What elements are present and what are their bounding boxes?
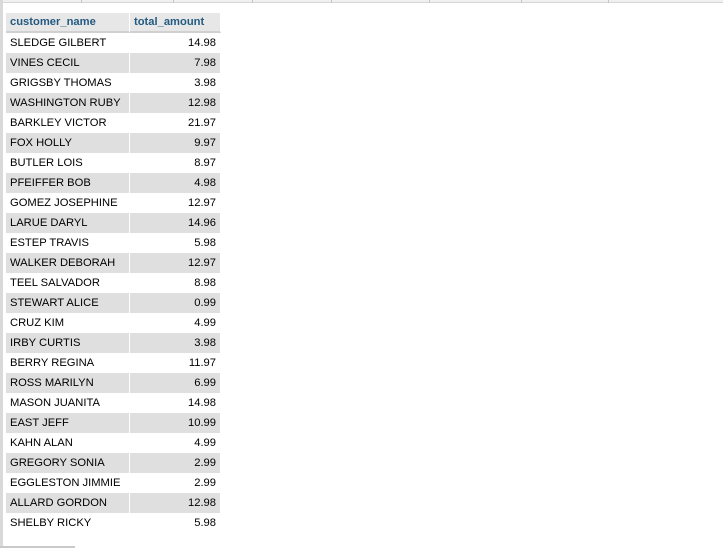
total-amount-cell: 3.98 bbox=[130, 333, 221, 353]
customer-name-cell: TEEL SALVADOR bbox=[6, 273, 130, 293]
total-amount-cell: 4.99 bbox=[130, 433, 221, 453]
total-amount-cell: 21.97 bbox=[130, 113, 221, 133]
total-amount-cell: 12.98 bbox=[130, 93, 221, 113]
total-amount-cell: 2.99 bbox=[130, 453, 221, 473]
total-amount-cell: 4.99 bbox=[130, 313, 221, 333]
table-row[interactable]: BERRY REGINA 11.97 bbox=[6, 353, 221, 373]
table-row[interactable]: ROSS MARILYN 6.99 bbox=[6, 373, 221, 393]
customer-name-cell: WALKER DEBORAH bbox=[6, 253, 130, 273]
table-body: SLEDGE GILBERT 14.98 VINES CECIL 7.98 GR… bbox=[6, 33, 221, 533]
table-row[interactable]: GRIGSBY THOMAS 3.98 bbox=[6, 73, 221, 93]
column-header-customer-name[interactable]: customer_name bbox=[6, 13, 130, 33]
table-row[interactable]: SLEDGE GILBERT 14.98 bbox=[6, 33, 221, 53]
customer-name-cell: GOMEZ JOSEPHINE bbox=[6, 193, 130, 213]
table-header-row: customer_name total_amount bbox=[6, 13, 221, 33]
total-amount-cell: 12.97 bbox=[130, 193, 221, 213]
customer-name-cell: ALLARD GORDON bbox=[6, 493, 130, 513]
table-row[interactable]: VINES CECIL 7.98 bbox=[6, 53, 221, 73]
toolbar-divider bbox=[331, 0, 332, 3]
customer-name-cell: BUTLER LOIS bbox=[6, 153, 130, 173]
customer-name-cell: IRBY CURTIS bbox=[6, 333, 130, 353]
table-row[interactable]: LARUE DARYL 14.96 bbox=[6, 213, 221, 233]
toolbar-divider bbox=[81, 0, 82, 3]
total-amount-cell: 2.99 bbox=[130, 473, 221, 493]
total-amount-cell: 12.98 bbox=[130, 493, 221, 513]
table-row[interactable]: IRBY CURTIS 3.98 bbox=[6, 333, 221, 353]
table-row[interactable]: WASHINGTON RUBY 12.98 bbox=[6, 93, 221, 113]
table-row[interactable]: SHELBY RICKY 5.98 bbox=[6, 513, 221, 533]
customer-name-cell: BARKLEY VICTOR bbox=[6, 113, 130, 133]
customer-name-cell: ESTEP TRAVIS bbox=[6, 233, 130, 253]
customer-name-cell: BERRY REGINA bbox=[6, 353, 130, 373]
customer-name-cell: PFEIFFER BOB bbox=[6, 173, 130, 193]
toolbar-divider bbox=[429, 0, 430, 3]
table-row[interactable]: WALKER DEBORAH 12.97 bbox=[6, 253, 221, 273]
customer-name-cell: SHELBY RICKY bbox=[6, 513, 130, 533]
customer-name-cell: ROSS MARILYN bbox=[6, 373, 130, 393]
pane-left-border bbox=[0, 0, 3, 548]
toolbar-divider bbox=[521, 0, 522, 3]
table-row[interactable]: BUTLER LOIS 8.97 bbox=[6, 153, 221, 173]
customer-name-cell: FOX HOLLY bbox=[6, 133, 130, 153]
customer-name-cell: KAHN ALAN bbox=[6, 433, 130, 453]
table-row[interactable]: EGGLESTON JIMMIE 2.99 bbox=[6, 473, 221, 493]
results-pane: customer_name total_amount SLEDGE GILBER… bbox=[0, 0, 723, 548]
total-amount-cell: 3.98 bbox=[130, 73, 221, 93]
total-amount-cell: 14.98 bbox=[130, 33, 221, 53]
customer-name-cell: STEWART ALICE bbox=[6, 293, 130, 313]
total-amount-cell: 0.99 bbox=[130, 293, 221, 313]
query-result-table: customer_name total_amount SLEDGE GILBER… bbox=[6, 13, 221, 533]
total-amount-cell: 7.98 bbox=[130, 53, 221, 73]
customer-name-cell: WASHINGTON RUBY bbox=[6, 93, 130, 113]
customer-name-cell: LARUE DARYL bbox=[6, 213, 130, 233]
table-row[interactable]: TEEL SALVADOR 8.98 bbox=[6, 273, 221, 293]
total-amount-cell: 9.97 bbox=[130, 133, 221, 153]
total-amount-cell: 10.99 bbox=[130, 413, 221, 433]
table-row[interactable]: MASON JUANITA 14.98 bbox=[6, 393, 221, 413]
total-amount-cell: 6.99 bbox=[130, 373, 221, 393]
total-amount-cell: 4.98 bbox=[130, 173, 221, 193]
toolbar-divider bbox=[252, 0, 253, 3]
table-row[interactable]: FOX HOLLY 9.97 bbox=[6, 133, 221, 153]
table-row[interactable]: BARKLEY VICTOR 21.97 bbox=[6, 113, 221, 133]
total-amount-cell: 8.98 bbox=[130, 273, 221, 293]
customer-name-cell: SLEDGE GILBERT bbox=[6, 33, 130, 53]
table-row[interactable]: GREGORY SONIA 2.99 bbox=[6, 453, 221, 473]
table-row[interactable]: GOMEZ JOSEPHINE 12.97 bbox=[6, 193, 221, 213]
total-amount-cell: 14.98 bbox=[130, 393, 221, 413]
customer-name-cell: EAST JEFF bbox=[6, 413, 130, 433]
total-amount-cell: 5.98 bbox=[130, 513, 221, 533]
total-amount-cell: 5.98 bbox=[130, 233, 221, 253]
table-row[interactable]: KAHN ALAN 4.99 bbox=[6, 433, 221, 453]
table-row[interactable]: CRUZ KIM 4.99 bbox=[6, 313, 221, 333]
table-row[interactable]: STEWART ALICE 0.99 bbox=[6, 293, 221, 313]
table-row[interactable]: ALLARD GORDON 12.98 bbox=[6, 493, 221, 513]
toolbar-divider bbox=[173, 0, 174, 3]
total-amount-cell: 14.96 bbox=[130, 213, 221, 233]
table-row[interactable]: PFEIFFER BOB 4.98 bbox=[6, 173, 221, 193]
customer-name-cell: EGGLESTON JIMMIE bbox=[6, 473, 130, 493]
customer-name-cell: GRIGSBY THOMAS bbox=[6, 73, 130, 93]
total-amount-cell: 12.97 bbox=[130, 253, 221, 273]
top-toolbar-strip bbox=[3, 0, 723, 3]
table-row[interactable]: ESTEP TRAVIS 5.98 bbox=[6, 233, 221, 253]
total-amount-cell: 11.97 bbox=[130, 353, 221, 373]
toolbar-divider bbox=[608, 0, 609, 3]
total-amount-cell: 8.97 bbox=[130, 153, 221, 173]
customer-name-cell: MASON JUANITA bbox=[6, 393, 130, 413]
customer-name-cell: VINES CECIL bbox=[6, 53, 130, 73]
customer-name-cell: GREGORY SONIA bbox=[6, 453, 130, 473]
customer-name-cell: CRUZ KIM bbox=[6, 313, 130, 333]
column-header-total-amount[interactable]: total_amount bbox=[130, 13, 221, 33]
table-row[interactable]: EAST JEFF 10.99 bbox=[6, 413, 221, 433]
